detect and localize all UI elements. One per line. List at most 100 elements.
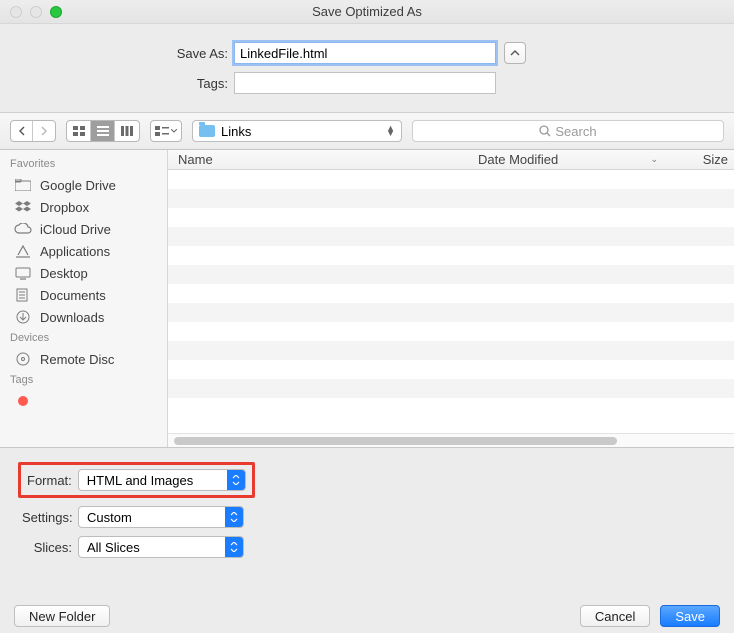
view-icons-button[interactable]: [67, 121, 91, 141]
format-value: HTML and Images: [87, 473, 193, 488]
column-date-modified[interactable]: Date Modified⌄: [478, 152, 668, 167]
table-row: [168, 208, 734, 227]
column-size[interactable]: Size: [668, 152, 734, 167]
table-row: [168, 284, 734, 303]
forward-button[interactable]: [33, 121, 55, 141]
window-title: Save Optimized As: [0, 4, 734, 19]
folder-icon: [14, 178, 32, 192]
sidebar-item-documents[interactable]: Documents: [0, 284, 167, 306]
sidebar-item-remote-disc[interactable]: Remote Disc: [0, 348, 167, 370]
view-columns-button[interactable]: [115, 121, 139, 141]
tags-label: Tags:: [0, 76, 234, 91]
slices-value: All Slices: [87, 540, 140, 555]
sidebar-item-google-drive[interactable]: Google Drive: [0, 174, 167, 196]
cloud-icon: [14, 222, 32, 236]
popup-arrows-icon: [225, 537, 243, 557]
saveas-input[interactable]: [234, 42, 496, 64]
titlebar: Save Optimized As: [0, 0, 734, 24]
file-list: Name Date Modified⌄ Size: [168, 150, 734, 447]
table-row: [168, 322, 734, 341]
sidebar-tags-header: Tags: [0, 370, 167, 390]
column-name[interactable]: Name: [168, 152, 478, 167]
save-options: Format: HTML and Images Settings: Custom…: [0, 448, 734, 572]
new-folder-button[interactable]: New Folder: [14, 605, 110, 627]
sidebar-item-label: Remote Disc: [40, 352, 114, 367]
settings-value: Custom: [87, 510, 132, 525]
chevron-down-icon: [171, 129, 177, 133]
table-row: [168, 303, 734, 322]
view-mode-segment: [66, 120, 140, 142]
chevron-right-icon: [40, 126, 48, 136]
table-row: [168, 246, 734, 265]
sidebar-item-label: Desktop: [40, 266, 88, 281]
saveas-label: Save As:: [0, 46, 234, 61]
format-highlight-annotation: Format: HTML and Images: [18, 462, 255, 498]
sidebar-item-label: iCloud Drive: [40, 222, 111, 237]
sidebar-item-desktop[interactable]: Desktop: [0, 262, 167, 284]
sidebar-item-label: Dropbox: [40, 200, 89, 215]
settings-label: Settings:: [22, 510, 78, 525]
format-popup[interactable]: HTML and Images: [78, 469, 246, 491]
settings-popup[interactable]: Custom: [78, 506, 244, 528]
table-row: [168, 227, 734, 246]
list-header: Name Date Modified⌄ Size: [168, 150, 734, 170]
collapse-panel-button[interactable]: [504, 42, 526, 64]
group-icon: [155, 126, 169, 136]
list-icon: [97, 126, 109, 136]
location-popup[interactable]: Links ▲▼: [192, 120, 402, 142]
dropbox-icon: [14, 200, 32, 214]
table-row: [168, 170, 734, 189]
table-row: [168, 379, 734, 398]
sidebar-item-downloads[interactable]: Downloads: [0, 306, 167, 328]
group-by-button[interactable]: [150, 120, 182, 142]
browser-toolbar: Links ▲▼ Search: [0, 112, 734, 150]
tags-input[interactable]: [234, 72, 496, 94]
format-label: Format:: [27, 473, 78, 488]
popup-arrows-icon: [225, 507, 243, 527]
search-placeholder: Search: [555, 124, 596, 139]
horizontal-scrollbar[interactable]: [168, 433, 734, 447]
nav-back-forward: [10, 120, 56, 142]
slices-label: Slices:: [22, 540, 78, 555]
table-row: [168, 189, 734, 208]
sidebar: Favorites Google Drive Dropbox iCloud Dr…: [0, 150, 168, 447]
downloads-icon: [14, 310, 32, 324]
table-row: [168, 360, 734, 379]
desktop-icon: [14, 266, 32, 280]
tag-dot-icon: [14, 394, 32, 408]
chevron-up-icon: [510, 50, 520, 56]
documents-icon: [14, 288, 32, 302]
view-list-button[interactable]: [91, 121, 115, 141]
slices-popup[interactable]: All Slices: [78, 536, 244, 558]
sidebar-item-icloud[interactable]: iCloud Drive: [0, 218, 167, 240]
sidebar-item-label: Downloads: [40, 310, 104, 325]
save-button[interactable]: Save: [660, 605, 720, 627]
sidebar-favorites-header: Favorites: [0, 154, 167, 174]
sidebar-item-tag-partial[interactable]: [0, 390, 167, 412]
table-row: [168, 265, 734, 284]
applications-icon: [14, 244, 32, 258]
sidebar-item-applications[interactable]: Applications: [0, 240, 167, 262]
columns-icon: [121, 126, 133, 136]
sidebar-item-label: Applications: [40, 244, 110, 259]
table-row: [168, 341, 734, 360]
sidebar-devices-header: Devices: [0, 328, 167, 348]
scroll-thumb[interactable]: [174, 437, 617, 445]
sidebar-item-label: Documents: [40, 288, 106, 303]
chevron-left-icon: [18, 126, 26, 136]
location-label: Links: [221, 124, 251, 139]
table-row: [168, 398, 734, 417]
folder-icon: [199, 125, 215, 137]
list-rows: [168, 170, 734, 433]
search-icon: [539, 125, 551, 137]
cancel-button[interactable]: Cancel: [580, 605, 650, 627]
back-button[interactable]: [11, 121, 33, 141]
sidebar-item-label: Google Drive: [40, 178, 116, 193]
grid-icon: [73, 126, 85, 136]
disc-icon: [14, 352, 32, 366]
chevron-down-icon: ⌄: [650, 154, 658, 165]
search-field[interactable]: Search: [412, 120, 724, 142]
sidebar-item-dropbox[interactable]: Dropbox: [0, 196, 167, 218]
updown-arrows-icon: ▲▼: [386, 126, 395, 136]
popup-arrows-icon: [227, 470, 245, 490]
